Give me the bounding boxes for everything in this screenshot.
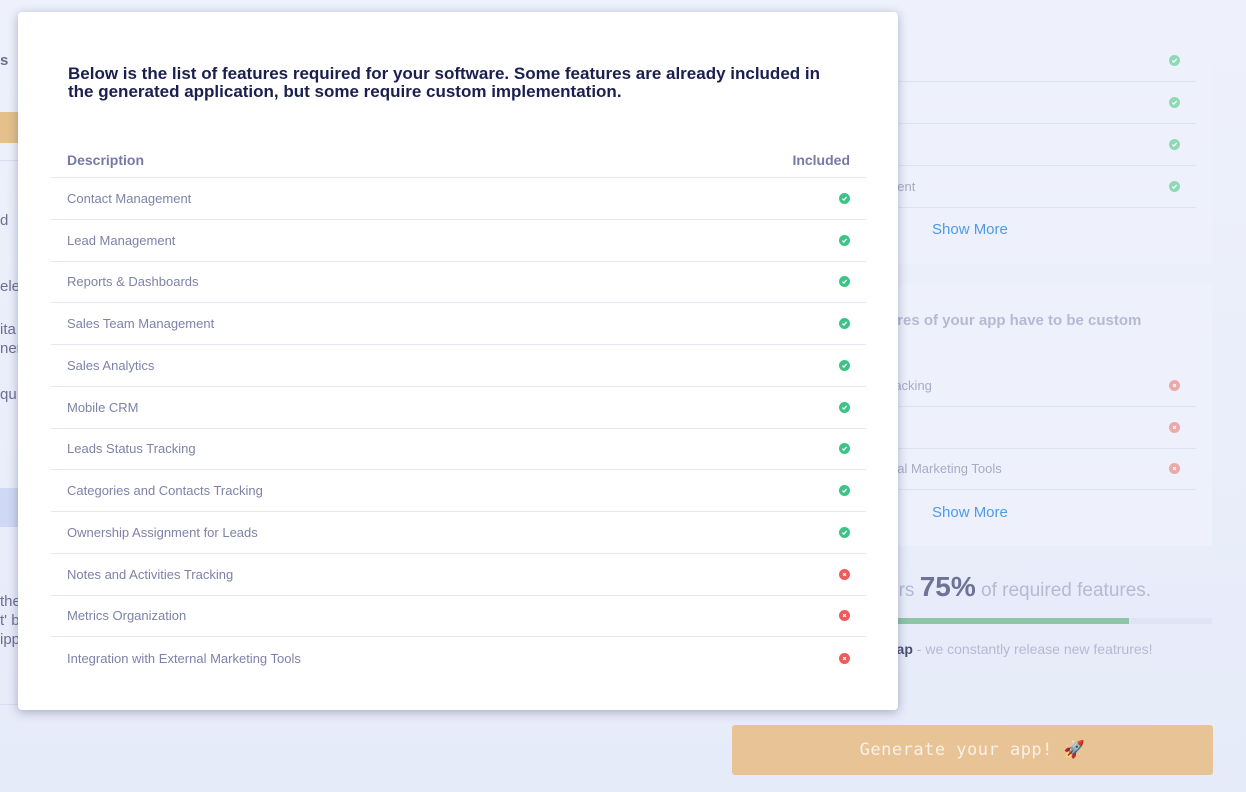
feature-name: Ownership Assignment for Leads [67,524,258,540]
features-table-body: Contact Management Lead Management Reports… [51,178,866,679]
feature-name: Contact Management [67,190,192,206]
bg-left-button[interactable] [0,112,20,143]
table-row: Sales Team Management [51,303,866,345]
check-circle-icon [839,318,850,330]
check-circle-icon [839,443,850,455]
check-circle-icon [839,192,850,204]
bg-included-row [880,82,1196,124]
check-circle-icon [839,526,850,538]
feature-name: Sales Team Management [67,316,215,332]
generate-app-button[interactable]: Generate your app! 🚀 [732,725,1213,775]
features-table-header: Description Included [51,142,866,178]
x-circle-icon [839,610,850,622]
coverage-percent: 75% [919,571,976,602]
feature-name: Lead Management [67,232,176,248]
table-row: Leads Status Tracking [51,429,866,471]
coverage-progress-fill [878,618,1129,624]
feature-name: Notes and Activities Tracking [67,566,234,582]
coverage-progress-bar [878,618,1212,624]
bg-included-row: nent [880,166,1196,208]
bg-left-fragment: s [0,52,9,69]
feature-name: Categories and Contacts Tracking [67,483,263,499]
x-circle-icon [1169,380,1180,391]
feature-name: Mobile CRM [67,399,139,415]
table-row: Notes and Activities Tracking [51,554,866,596]
bg-included-row [880,40,1196,82]
table-row: Sales Analytics [51,345,866,387]
feature-name: Leads Status Tracking [67,441,196,457]
column-description: Description [67,151,145,168]
feature-name: Metrics Organization [67,608,187,624]
show-more-included-link[interactable]: Show More [932,221,1008,238]
bg-left-fragment: d [0,212,9,229]
check-circle-icon [839,276,850,288]
bg-left-fragment: ita [0,321,16,338]
x-circle-icon [1169,422,1180,433]
show-more-custom-link[interactable]: Show More [932,504,1008,521]
check-circle-icon [839,485,850,497]
check-circle-icon [1169,139,1180,150]
x-circle-icon [1169,463,1180,474]
table-row: Integration with External Marketing Tool… [51,637,866,679]
feature-name: Sales Analytics [67,357,155,373]
table-row: Ownership Assignment for Leads [51,512,866,554]
modal-intro-text: Below is the list of features required f… [68,64,820,101]
bg-left-divider [0,704,20,705]
check-circle-icon [1169,97,1180,108]
x-circle-icon [839,568,850,580]
coverage-text: ers 75% of required features. [888,571,1152,602]
check-circle-icon [839,359,850,371]
table-row: Metrics Organization [51,596,866,638]
table-row: Reports & Dashboards [51,262,866,304]
bg-left-fragment: t' b [0,612,20,629]
bg-included-row: s [880,124,1196,166]
features-modal: Below is the list of features required f… [18,12,898,710]
feature-name: Integration with External Marketing Tool… [67,650,301,666]
feature-name: Reports & Dashboards [67,274,199,290]
table-row: Lead Management [51,220,866,262]
bg-custom-row [880,407,1196,449]
bg-left-panel [0,488,20,527]
bg-custom-row: racking [880,365,1196,407]
check-circle-icon [1169,181,1180,192]
check-circle-icon [839,401,850,413]
bg-left-fragment: qu [0,386,17,403]
column-included: Included [792,151,850,168]
check-circle-icon [839,234,850,246]
roadmap-text: hap - we constantly release new featrure… [888,641,1153,657]
bg-left-divider [0,160,20,161]
bg-custom-row: nal Marketing Tools [880,448,1196,490]
x-circle-icon [839,652,850,664]
table-row: Mobile CRM [51,387,866,429]
table-row: Categories and Contacts Tracking [51,470,866,512]
check-circle-icon [1169,55,1180,66]
custom-features-heading: ures of your app have to be custom [888,312,1142,329]
table-row: Contact Management [51,178,866,220]
